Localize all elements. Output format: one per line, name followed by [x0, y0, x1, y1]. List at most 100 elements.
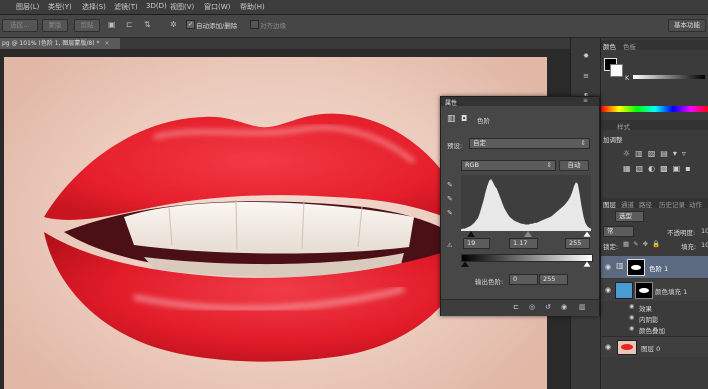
eye-icon[interactable]: ◉	[629, 314, 634, 321]
menu-3d[interactable]: 3D(D)	[146, 2, 167, 10]
close-icon[interactable]: ×	[104, 40, 109, 47]
k-label: K	[625, 74, 630, 82]
output-white-field[interactable]: 255	[539, 274, 568, 285]
layer-effect-inner-shadow[interactable]: ◉ 内阴影	[601, 313, 708, 324]
layer-effect-color-overlay[interactable]: ◉ 颜色叠加	[601, 324, 708, 335]
adjustment-icons[interactable]: ☼▥▨▤▾▿ ▦▧◐▩▣▪	[623, 146, 703, 186]
color-ramp[interactable]	[601, 106, 708, 112]
adjust-label: 加调整	[603, 136, 623, 144]
auto-add-erase-checkbox[interactable]: ✓	[186, 20, 195, 29]
preset-select[interactable]: 自定 ⇕	[469, 138, 590, 149]
properties-footer: ⊏ ◎ ↺ ◉ ▥	[441, 299, 599, 316]
gray-eyedropper-icon[interactable]: ✎	[447, 195, 453, 203]
eye-icon[interactable]: ◉	[629, 325, 634, 332]
properties-panel: 属性 ≡ ▥ ◘ 色阶 预设: 自定 ⇕ RGB ⇕ 自动 ✎ ✎ ✎ ⚠ 19…	[440, 96, 600, 316]
color-panel-tabs: 颜色 色板	[601, 40, 708, 51]
path-ops-icon[interactable]: ▣	[108, 20, 117, 29]
input-sliders[interactable]	[461, 231, 591, 237]
workspace-button[interactable]: 基本功能	[668, 19, 706, 32]
right-panels: 颜色 色板 K 样式 加调整 ☼▥▨▤▾▿ ▦▧◐▩▣▪ 图层 通道 路径 历史记…	[600, 38, 708, 389]
document-tab[interactable]: pg @ 101% (色阶 1, 图层蒙版/8) * ×	[0, 38, 120, 49]
tab-swatches[interactable]: 色板	[623, 41, 636, 51]
clipping-icon[interactable]: ⚠	[447, 242, 452, 249]
menu-filter[interactable]: 滤镜(T)	[114, 2, 138, 12]
white-eyedropper-icon[interactable]: ✎	[447, 209, 453, 217]
eye-icon[interactable]: ◉	[605, 286, 611, 294]
eye-icon[interactable]: ◉	[605, 263, 611, 271]
layer-filter-select[interactable]: 选型	[615, 211, 644, 222]
opacity-value[interactable]: 10	[701, 227, 708, 235]
menu-type[interactable]: 类型(Y)	[48, 2, 72, 12]
document-tab-label: pg @ 101% (色阶 1, 图层蒙版/8) *	[2, 40, 100, 47]
background-color-swatch[interactable]	[610, 64, 623, 77]
layer-effects-row[interactable]: ◉ 效果	[601, 302, 708, 313]
tab-actions[interactable]: 动作	[689, 199, 702, 209]
clip-button[interactable]: 剪贴	[74, 19, 100, 32]
tab-history[interactable]: 历史记录	[659, 199, 685, 209]
input-white-field[interactable]: 255	[565, 238, 590, 249]
fill-label: 填充:	[681, 243, 697, 251]
black-eyedropper-icon[interactable]: ✎	[447, 181, 453, 189]
blend-mode-select[interactable]: 常	[603, 226, 634, 237]
brush-presets-icon[interactable]: ✸	[582, 52, 590, 60]
menu-view[interactable]: 视图(V)	[170, 2, 194, 12]
align-edges-checkbox[interactable]	[250, 20, 259, 29]
tab-styles[interactable]: 样式	[617, 121, 630, 131]
selection-button[interactable]: 选区…	[2, 19, 38, 32]
adjust-panel-tabs: 样式	[601, 120, 708, 131]
layer-name: 图层 0	[641, 345, 661, 353]
menu-layer[interactable]: 图层(L)	[16, 2, 39, 12]
tab-layers[interactable]: 图层	[603, 199, 616, 209]
input-gamma-field[interactable]: 1.17	[509, 238, 538, 249]
output-black-field[interactable]: 0	[509, 274, 538, 285]
tab-paths[interactable]: 路径	[639, 199, 652, 209]
menu-help[interactable]: 帮助(H)	[240, 2, 265, 12]
dropdown-icon: ⇕	[580, 139, 586, 147]
layer-row-layer0[interactable]: ◉ 图层 0	[601, 336, 708, 357]
fill-color-thumbnail	[615, 282, 633, 299]
mask-button[interactable]: 蒙版	[42, 19, 68, 32]
tab-color[interactable]: 颜色	[603, 41, 616, 51]
gear-icon[interactable]: ✲	[170, 20, 179, 29]
path-arrange-icon[interactable]: ⇅	[144, 20, 153, 29]
eye-icon[interactable]: ◉	[605, 343, 611, 351]
dropdown-icon: ⇕	[546, 161, 552, 169]
view-previous-icon[interactable]: ◎	[529, 303, 535, 311]
opacity-label: 不透明度:	[667, 229, 696, 237]
levels-icon: ▥	[447, 114, 456, 124]
levels-adjustment-icon: ▥	[616, 261, 624, 270]
input-black-field[interactable]: 19	[463, 238, 490, 249]
menu-window[interactable]: 窗口(W)	[204, 2, 230, 12]
effect-name: 内阴影	[639, 316, 659, 324]
auto-add-erase-label: 自动添加/删除	[196, 22, 238, 30]
preset-value: 自定	[473, 139, 486, 147]
auto-button[interactable]: 自动	[559, 160, 589, 171]
align-edges-label: 对齐边缘	[260, 22, 286, 30]
tab-channels[interactable]: 通道	[621, 199, 634, 209]
layer-name: 色阶 1	[649, 265, 669, 273]
panel-menu-icon[interactable]: ≡	[583, 97, 588, 104]
layer-row-color-fill[interactable]: ◉ 颜色填充 1	[601, 279, 708, 301]
reset-icon[interactable]: ↺	[545, 303, 551, 311]
trash-icon[interactable]: ▥	[579, 303, 586, 311]
lock-icons[interactable]: ▦✎✥🔒	[623, 240, 664, 248]
effects-label: 效果	[639, 305, 652, 313]
path-align-icon[interactable]: ⊏	[126, 20, 135, 29]
channel-select[interactable]: RGB ⇕	[461, 160, 556, 171]
layer-mask-thumbnail	[627, 259, 645, 276]
layers-panel-tabs: 图层 通道 路径 历史记录 动作	[601, 198, 708, 209]
channel-value: RGB	[465, 161, 480, 169]
layer-row-levels[interactable]: ◉ ▥ 色阶 1	[601, 256, 708, 278]
eye-icon[interactable]: ◉	[629, 303, 634, 310]
mask-icon[interactable]: ◘	[461, 114, 467, 123]
fill-value[interactable]: 10	[701, 241, 708, 249]
menu-bar: 图层(L) 类型(Y) 选择(S) 滤镜(T) 3D(D) 视图(V) 窗口(W…	[0, 0, 708, 15]
histogram	[461, 175, 591, 231]
clip-to-layer-icon[interactable]: ⊏	[513, 303, 519, 311]
menu-select[interactable]: 选择(S)	[82, 2, 106, 12]
output-sliders[interactable]	[461, 261, 591, 267]
info-icon[interactable]: ≡	[582, 72, 590, 80]
visibility-icon[interactable]: ◉	[561, 303, 567, 311]
properties-titlebar[interactable]: 属性 ≡	[441, 97, 599, 107]
k-slider[interactable]	[633, 75, 705, 79]
